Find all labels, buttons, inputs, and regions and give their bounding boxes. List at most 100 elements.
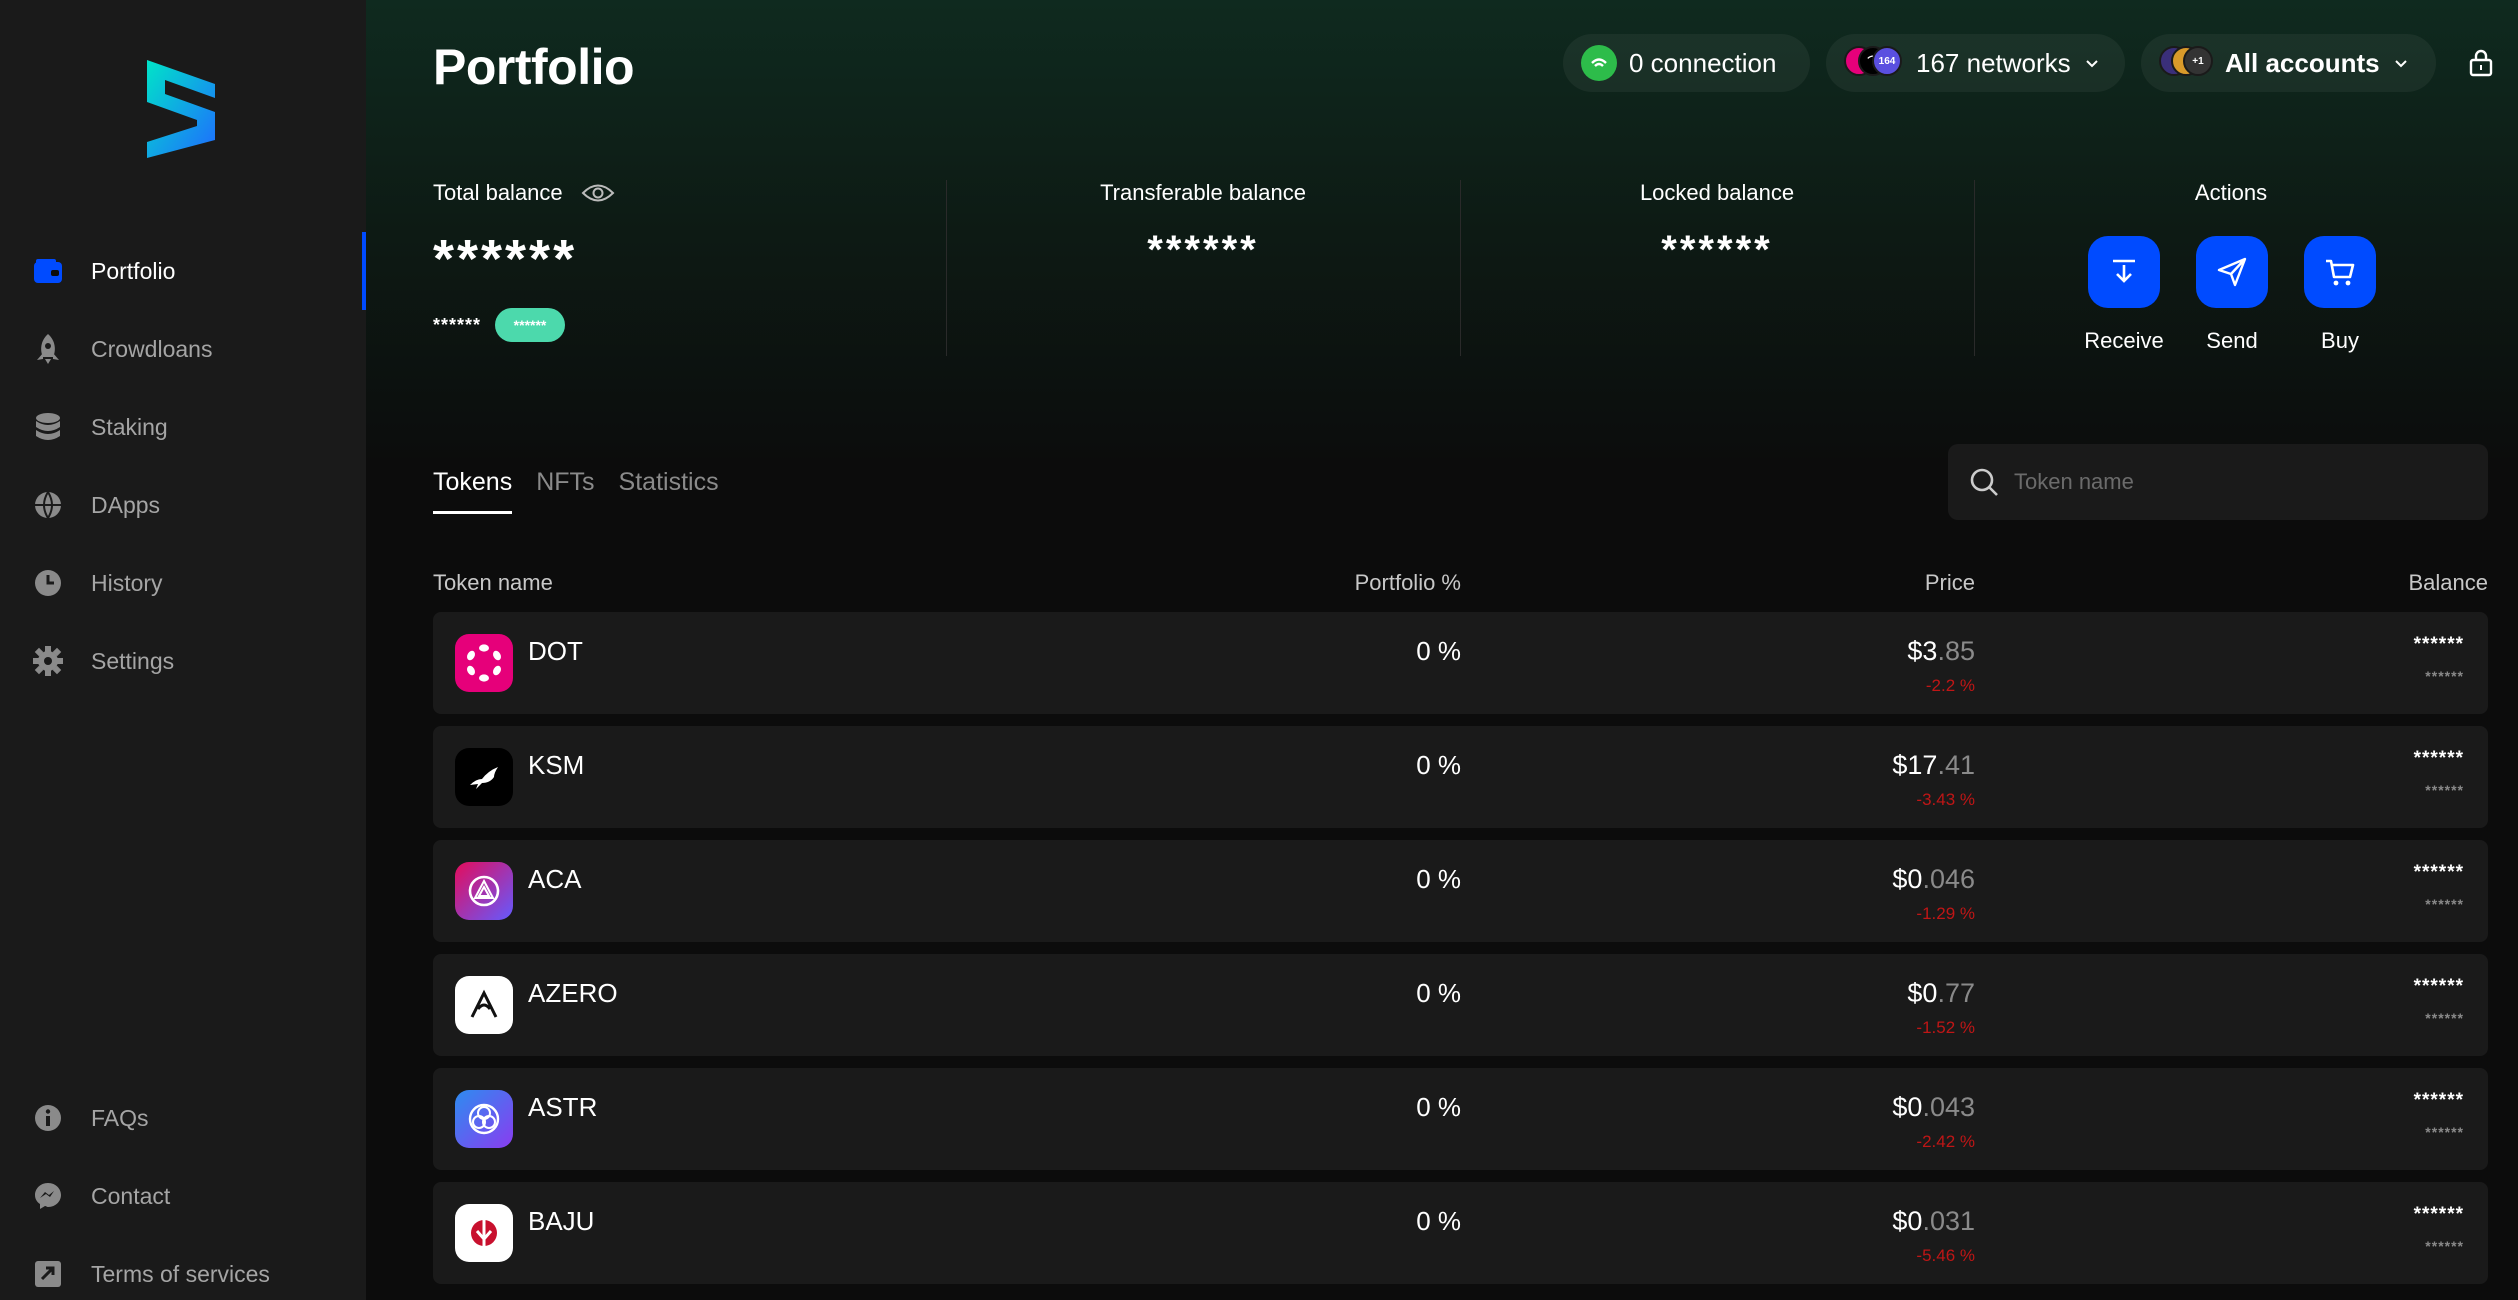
baju-logo-icon xyxy=(455,1204,513,1262)
receive-action: Receive xyxy=(2064,236,2184,354)
lock-button[interactable] xyxy=(2452,34,2510,92)
token-row-aca[interactable]: ACA 0 % $0.046 -1.29 % ****** ****** xyxy=(433,840,2488,942)
locked-balance-label: Locked balance xyxy=(1639,180,1795,205)
actions-label: Actions xyxy=(2194,180,2268,205)
token-row-azero[interactable]: AZERO 0 % $0.77 -1.52 % ****** ****** xyxy=(433,954,2488,1056)
network-logos-icon: ⌒ 164 xyxy=(1844,46,1906,80)
sidebar-item-history[interactable]: History xyxy=(0,544,366,622)
locked-balance-value: ****** xyxy=(1661,228,1773,272)
search-input[interactable] xyxy=(2014,469,2454,495)
token-symbol: ACA xyxy=(528,864,582,894)
info-icon xyxy=(32,1102,64,1134)
token-price-change: -1.29 % xyxy=(1916,904,1975,923)
send-icon xyxy=(2217,257,2247,287)
sidebar-item-staking[interactable]: Staking xyxy=(0,388,366,466)
token-balance: ****** xyxy=(2413,1204,2464,1225)
divider xyxy=(1974,180,1975,356)
dot-logo-icon xyxy=(455,634,513,692)
token-list: DOT 0 % $3.85 -2.2 % ****** ****** KSM 0… xyxy=(433,612,2488,1296)
wallet-icon xyxy=(32,255,64,287)
token-price: $0.031 xyxy=(1892,1206,1975,1237)
token-balance-value: ****** xyxy=(2425,668,2464,684)
token-price-change: -1.52 % xyxy=(1916,1018,1975,1037)
receive-label: Receive xyxy=(2084,328,2164,353)
search-icon xyxy=(1970,468,1998,496)
send-action: Send xyxy=(2172,236,2292,354)
database-icon xyxy=(32,411,64,443)
sidebar-item-label: Crowdloans xyxy=(91,335,213,362)
sidebar-item-label: FAQs xyxy=(91,1104,149,1131)
token-price-decimals: .046 xyxy=(1922,864,1975,894)
networks-selector[interactable]: ⌒ 164 167 networks xyxy=(1826,34,2125,92)
sidebar-item-faqs[interactable]: FAQs xyxy=(0,1079,366,1157)
token-price-change: -2.42 % xyxy=(1916,1132,1975,1151)
token-search xyxy=(1948,444,2488,520)
token-price-decimals: .031 xyxy=(1922,1206,1975,1236)
token-price: $17.41 xyxy=(1892,750,1975,781)
buy-button[interactable] xyxy=(2304,236,2376,308)
token-symbol: KSM xyxy=(528,750,585,780)
sidebar-item-dapps[interactable]: DApps xyxy=(0,466,366,544)
token-table-header: Token name Portfolio % Price Balance xyxy=(433,570,2488,600)
token-symbol: DOT xyxy=(528,636,583,666)
token-balance-value: ****** xyxy=(2425,1238,2464,1254)
token-row-dot[interactable]: DOT 0 % $3.85 -2.2 % ****** ****** xyxy=(433,612,2488,714)
aca-logo-icon xyxy=(455,862,513,920)
ksm-logo-icon xyxy=(455,748,513,806)
token-balance: ****** xyxy=(2413,862,2464,883)
token-price-decimals: .043 xyxy=(1922,1092,1975,1122)
token-symbol: AZERO xyxy=(528,978,618,1008)
token-price-main: $0 xyxy=(1892,864,1923,894)
lock-icon xyxy=(2469,49,2493,77)
sidebar-item-label: Contact xyxy=(91,1182,171,1209)
sidebar-item-settings[interactable]: Settings xyxy=(0,622,366,700)
tab-tokens[interactable]: Tokens xyxy=(433,468,513,514)
eye-icon[interactable] xyxy=(581,182,615,204)
sidebar-item-portfolio[interactable]: Portfolio xyxy=(0,232,366,310)
accounts-selector[interactable]: +1 All accounts xyxy=(2141,34,2436,92)
transferable-balance-value: ****** xyxy=(1147,228,1259,272)
accounts-label: All accounts xyxy=(2225,47,2380,78)
astr-logo-icon xyxy=(455,1090,513,1148)
transferable-balance-section: Transferable balance ****** xyxy=(946,180,1460,273)
subwallet-logo[interactable] xyxy=(143,54,219,160)
connection-icon xyxy=(1581,45,1617,81)
token-row-astr[interactable]: ASTR 0 % $0.043 -2.42 % ****** ****** xyxy=(433,1068,2488,1170)
sidebar-item-label: DApps xyxy=(91,491,161,518)
token-balance: ****** xyxy=(2413,748,2464,769)
token-price-decimals: .41 xyxy=(1937,750,1975,780)
connection-label: 0 connection xyxy=(1629,47,1777,78)
token-row-ksm[interactable]: KSM 0 % $17.41 -3.43 % ****** ****** xyxy=(433,726,2488,828)
sidebar-item-label: Staking xyxy=(91,413,168,440)
sidebar-item-contact[interactable]: Contact xyxy=(0,1157,366,1235)
receive-button[interactable] xyxy=(2088,236,2160,308)
cart-icon xyxy=(2326,259,2355,286)
token-balance-value: ****** xyxy=(2425,1010,2464,1026)
tab-statistics[interactable]: Statistics xyxy=(619,468,719,514)
sidebar-item-label: Portfolio xyxy=(91,257,176,284)
connection-button[interactable]: 0 connection xyxy=(1563,34,1810,92)
token-price: $3.85 xyxy=(1907,636,1975,667)
token-price: $0.043 xyxy=(1892,1092,1975,1123)
token-price-main: $0 xyxy=(1892,1206,1923,1236)
token-price-main: $3 xyxy=(1907,636,1938,666)
token-balance: ****** xyxy=(2413,976,2464,997)
buy-label: Buy xyxy=(2321,328,2359,353)
tab-nfts[interactable]: NFTs xyxy=(536,468,594,514)
token-price-change: -2.2 % xyxy=(1925,676,1975,695)
globe-icon xyxy=(32,489,64,521)
token-price-decimals: .85 xyxy=(1937,636,1975,666)
send-label: Send xyxy=(2206,328,2258,353)
token-price-main: $0 xyxy=(1892,1092,1923,1122)
sidebar-item-terms[interactable]: Terms of services xyxy=(0,1235,366,1300)
gear-icon xyxy=(32,645,64,677)
token-portfolio-percent: 0 % xyxy=(1416,978,1461,1008)
token-row-baju[interactable]: BAJU 0 % $0.031 -5.46 % ****** ****** xyxy=(433,1182,2488,1284)
rocket-icon xyxy=(32,333,64,365)
token-price-main: $17 xyxy=(1892,750,1938,780)
token-price: $0.046 xyxy=(1892,864,1975,895)
sidebar-item-crowdloans[interactable]: Crowdloans xyxy=(0,310,366,388)
token-price-main: $0 xyxy=(1907,978,1938,1008)
total-balance-section: Total balance ****** ****** ****** xyxy=(433,180,933,342)
send-button[interactable] xyxy=(2196,236,2268,308)
